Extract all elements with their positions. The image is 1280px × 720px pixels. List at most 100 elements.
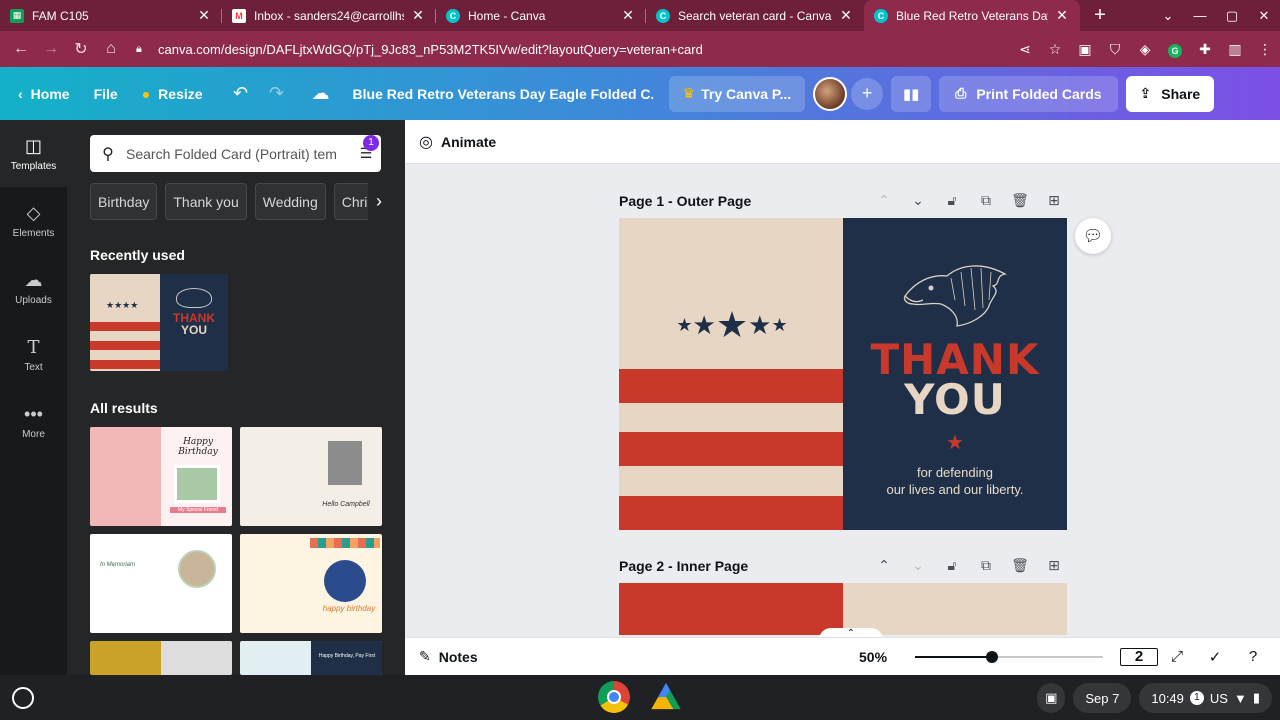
help-icon[interactable]: ?: [1234, 648, 1272, 666]
close-icon[interactable]: ✕: [196, 7, 212, 24]
notes-button[interactable]: ✎ Notes: [419, 648, 478, 665]
stars-icon: ★ ★ ★ ★ ★: [667, 304, 797, 346]
add-collaborator-button[interactable]: +: [851, 77, 884, 110]
fullscreen-icon[interactable]: ⤢: [1158, 648, 1196, 666]
crown-icon: ♛: [682, 85, 696, 101]
file-menu-button[interactable]: File: [82, 76, 130, 112]
trash-icon[interactable]: 🗑︎: [1003, 557, 1037, 574]
extension-icon[interactable]: ▣: [1070, 41, 1100, 58]
chevron-down-icon[interactable]: ⌄: [901, 192, 935, 209]
zoom-level[interactable]: 50%: [859, 649, 887, 665]
chip-wedding[interactable]: Wedding: [254, 183, 326, 220]
undo-icon[interactable]: ↶: [223, 76, 259, 112]
status-area[interactable]: 10:49 1 US ▼ ▮: [1139, 683, 1272, 713]
maximize-icon[interactable]: ▢: [1216, 8, 1248, 24]
template-thumb-birthday[interactable]: Happy Birthday My Special Friend: [90, 427, 232, 526]
google-drive-icon[interactable]: [651, 682, 681, 710]
add-page-icon[interactable]: ⊞: [1037, 192, 1071, 209]
url-field[interactable]: 🔒︎ canva.com/design/DAFLjtxWdGQ/pTj_9Jc8…: [136, 35, 1010, 63]
zoom-slider[interactable]: [915, 651, 1103, 663]
date-display[interactable]: Sep 7: [1073, 683, 1132, 713]
resize-button[interactable]: ● Resize: [130, 76, 215, 112]
editor-canvas: ◎ Animate Page 1 - Outer Page ⌃ ⌄ 🔓︎ ⧉ 🗑…: [405, 120, 1280, 675]
filter-icon[interactable]: ☰ 1: [351, 135, 381, 162]
check-circle-icon[interactable]: ✓: [1196, 648, 1234, 666]
lock-icon[interactable]: 🔓︎: [935, 557, 969, 574]
share-button[interactable]: ⇪ Share: [1125, 75, 1215, 112]
rail-item-more[interactable]: ••• More: [0, 388, 67, 455]
document-title[interactable]: Blue Red Retro Veterans Day Eagle Folded…: [353, 86, 653, 102]
avatar[interactable]: [813, 76, 848, 111]
recent-template-thumb[interactable]: ★★★★ THANK YOU: [90, 274, 228, 371]
chip-thank-you[interactable]: Thank you: [165, 183, 247, 220]
home-icon[interactable]: ⌂: [96, 40, 126, 58]
chevron-down-icon[interactable]: ⌄: [1152, 8, 1184, 24]
close-icon[interactable]: ✕: [1054, 7, 1070, 24]
try-pro-button[interactable]: ♛ Try Canva P...: [668, 75, 806, 112]
forward-icon[interactable]: →: [36, 40, 66, 58]
rail-item-text[interactable]: T Text: [0, 321, 67, 388]
rail-item-elements[interactable]: ◇ Elements: [0, 187, 67, 254]
page-1-title[interactable]: Page 1 - Outer Page: [619, 193, 751, 209]
duplicate-icon[interactable]: ⧉: [969, 557, 1003, 574]
red-stripe: [619, 369, 846, 403]
template-thumb-navy[interactable]: Happy Birthday, Pay First: [240, 641, 382, 675]
chip-birthday[interactable]: Birthday: [90, 183, 158, 220]
clipboard-icon[interactable]: ▣: [1037, 683, 1066, 713]
shield-outline-icon[interactable]: ◈: [1130, 41, 1160, 58]
template-search-input[interactable]: ⚲ Search Folded Card (Portrait) tem ☰ 1: [90, 135, 381, 172]
trash-icon[interactable]: 🗑︎: [1003, 192, 1037, 209]
template-thumb-in-memoriam[interactable]: In Memoriam: [90, 534, 232, 633]
duplicate-icon[interactable]: ⧉: [969, 192, 1003, 209]
redo-icon[interactable]: ↷: [259, 76, 295, 112]
sidebar-icon[interactable]: ▥: [1220, 41, 1250, 58]
add-comment-icon[interactable]: 💬︎: [1075, 218, 1111, 254]
resize-label: Resize: [158, 85, 203, 102]
puzzle-icon[interactable]: ✚: [1190, 41, 1220, 58]
share-icon[interactable]: ⋖: [1010, 41, 1040, 58]
browser-tab-active[interactable]: C Blue Red Retro Veterans Day E ✕: [864, 0, 1080, 31]
close-window-icon[interactable]: ✕: [1248, 8, 1280, 24]
rail-item-templates[interactable]: ◫ Templates: [0, 120, 67, 187]
rail-item-uploads[interactable]: ☁ Uploads: [0, 254, 67, 321]
insights-icon[interactable]: ▮▮: [891, 75, 932, 112]
reload-icon[interactable]: ↻: [66, 39, 96, 59]
card-page-1[interactable]: ★ ★ ★ ★ ★ THANK YOU ★ for defending our …: [619, 218, 1067, 530]
close-icon[interactable]: ✕: [620, 7, 636, 24]
page-2-title[interactable]: Page 2 - Inner Page: [619, 558, 748, 574]
close-icon[interactable]: ✕: [838, 7, 854, 24]
chevron-up-icon[interactable]: ⌃: [867, 557, 901, 574]
template-thumb-memorial[interactable]: Hello Campbell: [240, 427, 382, 526]
home-button[interactable]: ‹ Home: [0, 76, 82, 112]
pages-icon[interactable]: 2: [1120, 647, 1158, 666]
thumb-title: In Memoriam: [100, 562, 136, 568]
zoom-slider-knob[interactable]: [986, 651, 999, 663]
browser-tab[interactable]: ▦ FAM C105 ✕: [0, 0, 222, 31]
menu-dots-icon[interactable]: ⋮: [1250, 41, 1280, 58]
minimize-icon[interactable]: —: [1184, 8, 1216, 23]
browser-tab[interactable]: C Search veteran card - Canva ✕: [646, 0, 864, 31]
chevron-right-icon[interactable]: ›: [368, 183, 390, 220]
new-tab-button[interactable]: +: [1080, 0, 1120, 31]
close-icon[interactable]: ✕: [410, 7, 426, 24]
url-text: canva.com/design/DAFLjtxWdGQ/pTj_9Jc83_n…: [158, 41, 703, 57]
browser-tab[interactable]: M Inbox - sanders24@carrollhs.o ✕: [222, 0, 436, 31]
add-page-icon[interactable]: ⊞: [1037, 557, 1071, 574]
grammarly-icon[interactable]: G: [1160, 41, 1190, 58]
back-icon[interactable]: ←: [6, 40, 36, 58]
lock-icon[interactable]: 🔓︎: [935, 192, 969, 209]
template-thumb-gold[interactable]: [90, 641, 232, 675]
browser-tab[interactable]: C Home - Canva ✕: [436, 0, 646, 31]
star-icon[interactable]: ☆: [1040, 41, 1070, 58]
chevron-down-icon[interactable]: ⌄: [901, 557, 935, 574]
shield-icon[interactable]: ⛉: [1100, 41, 1130, 58]
template-thumb-happy-birthday[interactable]: happy birthday: [240, 534, 382, 633]
animate-button[interactable]: Animate: [441, 134, 496, 150]
chevron-up-icon[interactable]: ⌃: [867, 192, 901, 209]
print-button[interactable]: ⎙ Print Folded Cards: [939, 75, 1118, 112]
cloud-saved-icon[interactable]: ☁: [303, 76, 339, 112]
star-icon: ★: [715, 304, 749, 345]
chrome-icon[interactable]: [598, 681, 630, 713]
thumb-sub: My Special Friend: [170, 507, 226, 513]
launcher-icon[interactable]: [12, 686, 34, 709]
